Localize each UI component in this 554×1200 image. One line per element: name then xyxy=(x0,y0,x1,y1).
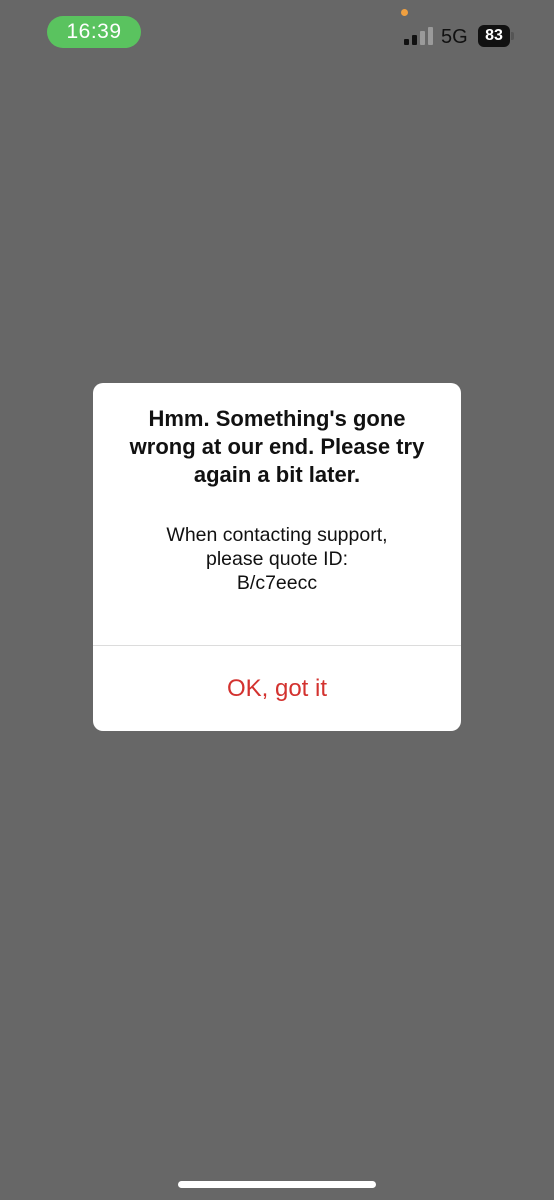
privacy-indicator-dot xyxy=(401,9,408,16)
battery-icon: 83 xyxy=(478,25,516,48)
ok-got-it-button[interactable]: OK, got it xyxy=(93,646,461,731)
network-type-label: 5G xyxy=(441,26,468,48)
error-dialog: Hmm. Something's gone wrong at our end. … xyxy=(93,383,461,731)
support-id: B/c7eecc xyxy=(236,572,318,594)
dialog-message-line: please quote ID: xyxy=(205,548,348,570)
dialog-title: Hmm. Something's gone wrong at our end. … xyxy=(129,406,425,487)
status-bar: 16:39 5G 83 xyxy=(0,0,554,70)
dialog-message: When contacting support, please quote ID… xyxy=(113,523,441,595)
dialog-message-line: When contacting support, xyxy=(166,524,388,546)
cellular-signal-icon xyxy=(404,27,433,45)
battery-cap xyxy=(511,32,514,40)
status-time[interactable]: 16:39 xyxy=(47,16,141,48)
home-indicator[interactable] xyxy=(178,1181,376,1188)
battery-level-label: 83 xyxy=(478,25,510,47)
